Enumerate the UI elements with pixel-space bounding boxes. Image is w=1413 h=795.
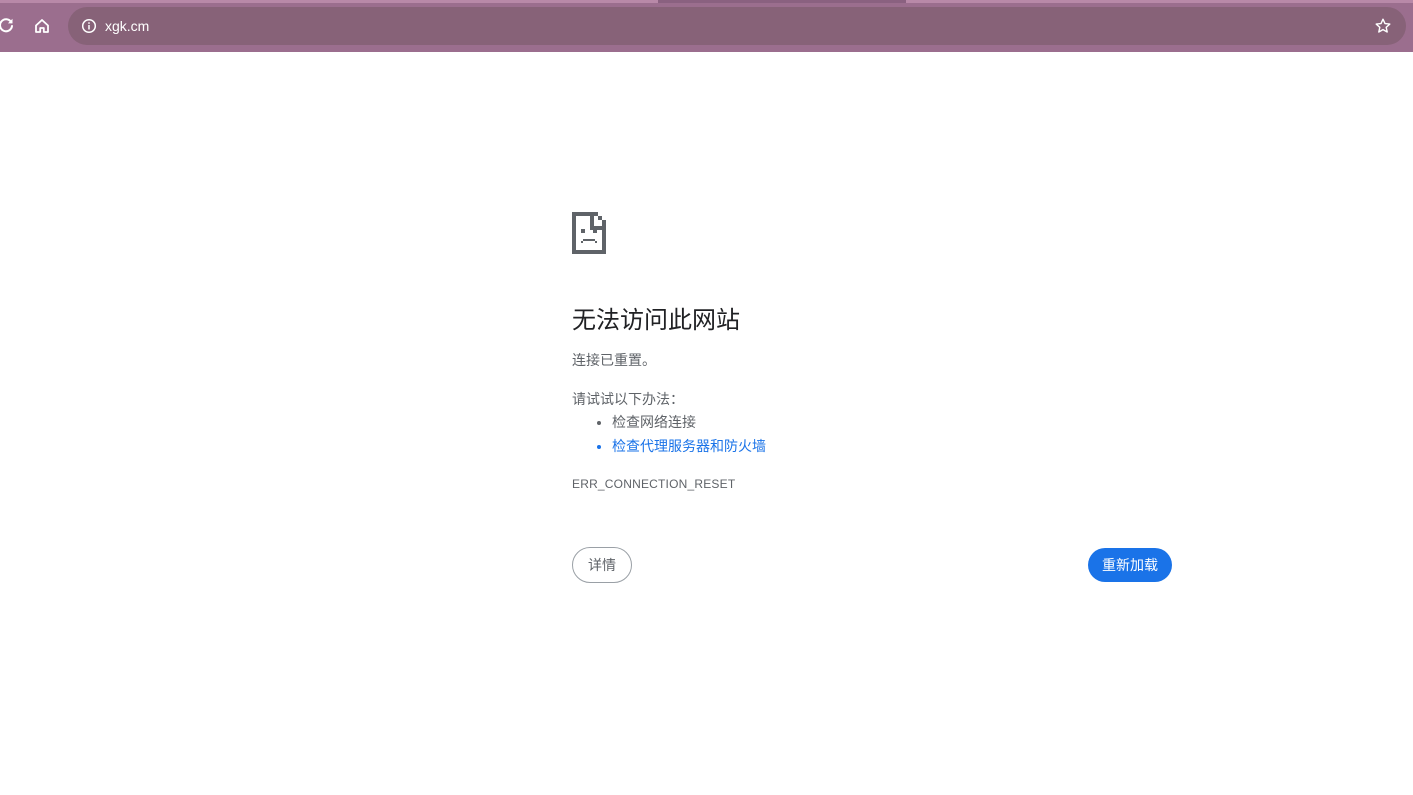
page-title: 无法访问此网站 — [572, 306, 740, 334]
sad-page-icon — [572, 212, 606, 254]
suggestion-check-network: 检查网络连接 — [612, 411, 766, 435]
home-icon — [35, 19, 49, 33]
check-proxy-link[interactable]: 检查代理服务器和防火墙 — [612, 439, 766, 455]
browser-toolbar: xgk.cm — [0, 0, 1413, 52]
details-button[interactable]: 详情 — [572, 547, 632, 583]
star-icon — [1375, 18, 1391, 33]
error-code: ERR_CONNECTION_RESET — [572, 477, 736, 491]
url-text[interactable]: xgk.cm — [105, 7, 149, 45]
active-tab-edge — [658, 0, 906, 3]
reload-button[interactable] — [0, 10, 22, 42]
suggestions-label: 请试试以下办法： — [572, 392, 684, 408]
tab-strip-edge — [0, 0, 1413, 3]
reload-page-button[interactable]: 重新加载 — [1088, 548, 1172, 582]
error-message: 连接已重置。 — [572, 353, 656, 369]
address-bar[interactable]: xgk.cm — [68, 7, 1406, 45]
reload-icon — [0, 18, 13, 33]
info-icon — [81, 18, 97, 34]
home-button[interactable] — [26, 10, 58, 42]
site-info-button[interactable] — [74, 11, 104, 41]
bookmark-button[interactable] — [1368, 11, 1398, 41]
suggestion-check-proxy: 检查代理服务器和防火墙 — [612, 435, 766, 459]
suggestions-list: 检查网络连接 检查代理服务器和防火墙 — [572, 411, 766, 459]
